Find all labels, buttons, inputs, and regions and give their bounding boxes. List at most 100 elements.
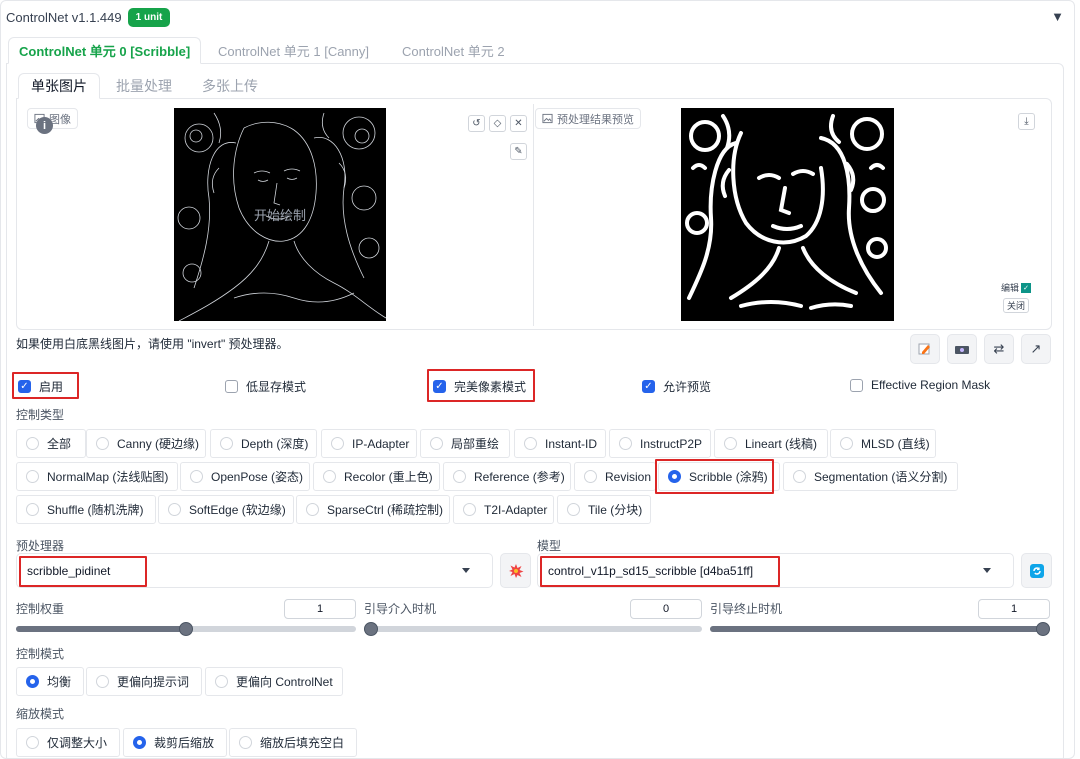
tab-unit-2[interactable]: ControlNet 单元 2	[392, 37, 515, 64]
preview-canvas	[681, 108, 894, 321]
region-mask-checkbox[interactable]: Effective Region Mask	[850, 378, 990, 392]
guidance-end-label: 引导终止时机	[710, 602, 783, 616]
run-preprocessor-button[interactable]	[500, 553, 531, 588]
model-highlight	[540, 556, 780, 587]
guidance-start-label: 引导介入时机	[364, 602, 437, 616]
guidance-start-input[interactable]: 0	[630, 599, 702, 619]
refresh-icon	[1029, 563, 1044, 578]
slider-thumb[interactable]	[179, 622, 193, 636]
control-weight-label: 控制权重	[16, 602, 65, 616]
checkbox-box[interactable]: ✓	[18, 380, 31, 393]
resize-mode-label: 缩放模式	[16, 707, 65, 721]
slider-fill	[710, 626, 1043, 632]
allow-preview-checkbox[interactable]: ✓ 允许预览	[642, 378, 711, 395]
control-type-option[interactable]: 全部	[16, 429, 86, 458]
control-type-option[interactable]: MLSD (直线)	[830, 429, 936, 458]
control-type-option[interactable]: InstructP2P	[609, 429, 711, 458]
tab-unit-0[interactable]: ControlNet 单元 0 [Scribble]	[8, 37, 202, 64]
resize-mode-just-resize[interactable]: 仅调整大小	[16, 728, 120, 757]
enable-label: 启用	[39, 380, 64, 394]
control-type-option[interactable]: Shuffle (随机洗牌)	[16, 495, 156, 524]
tab-batch[interactable]: 批量处理	[104, 73, 184, 99]
checkbox-box[interactable]	[225, 380, 238, 393]
info-icon[interactable]: i	[36, 117, 53, 134]
slider-thumb[interactable]	[364, 622, 378, 636]
eraser-icon[interactable]: ◇	[489, 115, 506, 132]
preprocessor-label: 预处理器	[16, 539, 65, 553]
send-dimensions-icon: ↗	[1030, 341, 1042, 356]
control-type-option[interactable]: Reference (参考)	[443, 462, 571, 491]
checkbox-box[interactable]: ✓	[433, 380, 446, 393]
control-type-option[interactable]: SoftEdge (软边缘)	[158, 495, 294, 524]
control-mode-controlnet[interactable]: 更偏向 ControlNet	[205, 667, 343, 696]
control-type-option[interactable]: IP-Adapter	[321, 429, 417, 458]
guidance-start-slider[interactable]	[364, 622, 702, 636]
control-type-option[interactable]: Recolor (重上色)	[313, 462, 440, 491]
edit-label-text: 编辑	[1001, 283, 1020, 293]
swap-icon: ⇄	[993, 341, 1005, 356]
control-type-option[interactable]: Depth (深度)	[210, 429, 317, 458]
control-type-option[interactable]: Tile (分块)	[557, 495, 651, 524]
image-icon	[542, 113, 553, 124]
download-icon[interactable]: ⤓	[1018, 113, 1035, 130]
refresh-models-button[interactable]	[1021, 553, 1052, 588]
tab-multi-upload[interactable]: 多张上传	[190, 73, 270, 99]
low-vram-checkbox[interactable]: 低显存模式	[225, 378, 306, 395]
control-type-option[interactable]: Segmentation (语义分割)	[783, 462, 958, 491]
tab-single-image[interactable]: 单张图片	[18, 73, 100, 99]
camera-icon	[955, 346, 969, 354]
close-preview-button[interactable]: 关闭	[1003, 298, 1029, 313]
control-type-option[interactable]: Lineart (线稿)	[714, 429, 828, 458]
control-weight-input[interactable]: 1	[284, 599, 356, 619]
enable-checkbox[interactable]: ✓ 启用	[18, 378, 63, 395]
control-weight-slider[interactable]	[16, 622, 356, 636]
explosion-icon	[508, 563, 523, 578]
low-vram-label: 低显存模式	[246, 380, 307, 394]
checkbox-box[interactable]	[850, 378, 863, 392]
allow-preview-label: 允许预览	[663, 380, 712, 394]
image-area	[16, 98, 1052, 330]
guidance-end-input[interactable]: 1	[978, 599, 1050, 619]
control-type-option[interactable]: SparseCtrl (稀疏控制)	[296, 495, 450, 524]
control-type-option[interactable]: Instant-ID	[514, 429, 606, 458]
send-dimensions-button[interactable]: ↗	[1021, 334, 1051, 364]
edit-canvas-button[interactable]	[910, 334, 940, 364]
control-type-label: 控制类型	[16, 408, 65, 422]
preview-label: 预处理结果预览	[535, 108, 641, 129]
control-type-option[interactable]: Revision	[574, 462, 656, 491]
undo-icon[interactable]: ↺	[468, 115, 485, 132]
invert-hint: 如果使用白底黑线图片，请使用 "invert" 预处理器。	[16, 337, 289, 351]
panel-title: ControlNet v1.1.449	[6, 10, 122, 25]
preprocessor-highlight	[19, 556, 147, 587]
control-type-option[interactable]: Canny (硬边缘)	[86, 429, 206, 458]
slider-fill	[16, 626, 186, 632]
edit-preview[interactable]: 编辑 ✓	[1001, 281, 1032, 294]
resize-mode-fill[interactable]: 缩放后填充空白	[229, 728, 357, 757]
pixel-perfect-checkbox[interactable]: ✓ 完美像素模式	[433, 378, 526, 395]
resize-mode-crop[interactable]: 裁剪后缩放	[123, 728, 227, 757]
collapse-toggle-icon[interactable]: ▼	[1051, 9, 1064, 24]
tab-unit-1[interactable]: ControlNet 单元 1 [Canny]	[208, 37, 379, 64]
guidance-end-slider[interactable]	[710, 622, 1050, 636]
start-drawing-text[interactable]: 开始绘制	[174, 205, 386, 224]
region-mask-label: Effective Region Mask	[871, 378, 991, 392]
checkbox-box[interactable]: ✓	[642, 380, 655, 393]
control-type-option[interactable]: NormalMap (法线贴图)	[16, 462, 178, 491]
chevron-down-icon	[983, 568, 991, 573]
brush-icon[interactable]: ✎	[510, 143, 527, 160]
preview-label-text: 预处理结果预览	[557, 113, 634, 126]
preview-lines	[685, 114, 888, 310]
pixel-perfect-label: 完美像素模式	[454, 380, 527, 394]
close-icon[interactable]: ✕	[510, 115, 527, 132]
control-mode-prompt[interactable]: 更偏向提示词	[86, 667, 202, 696]
scribble-highlight	[655, 459, 774, 494]
camera-button[interactable]	[947, 334, 977, 364]
slider-thumb[interactable]	[1036, 622, 1050, 636]
control-type-option[interactable]: T2I-Adapter	[453, 495, 554, 524]
model-label: 模型	[537, 539, 562, 553]
control-type-option[interactable]: 局部重绘	[420, 429, 510, 458]
unit-count-badge: 1 unit	[128, 8, 170, 27]
control-mode-balanced[interactable]: 均衡	[16, 667, 84, 696]
swap-button[interactable]: ⇄	[984, 334, 1014, 364]
control-type-option[interactable]: OpenPose (姿态)	[180, 462, 310, 491]
